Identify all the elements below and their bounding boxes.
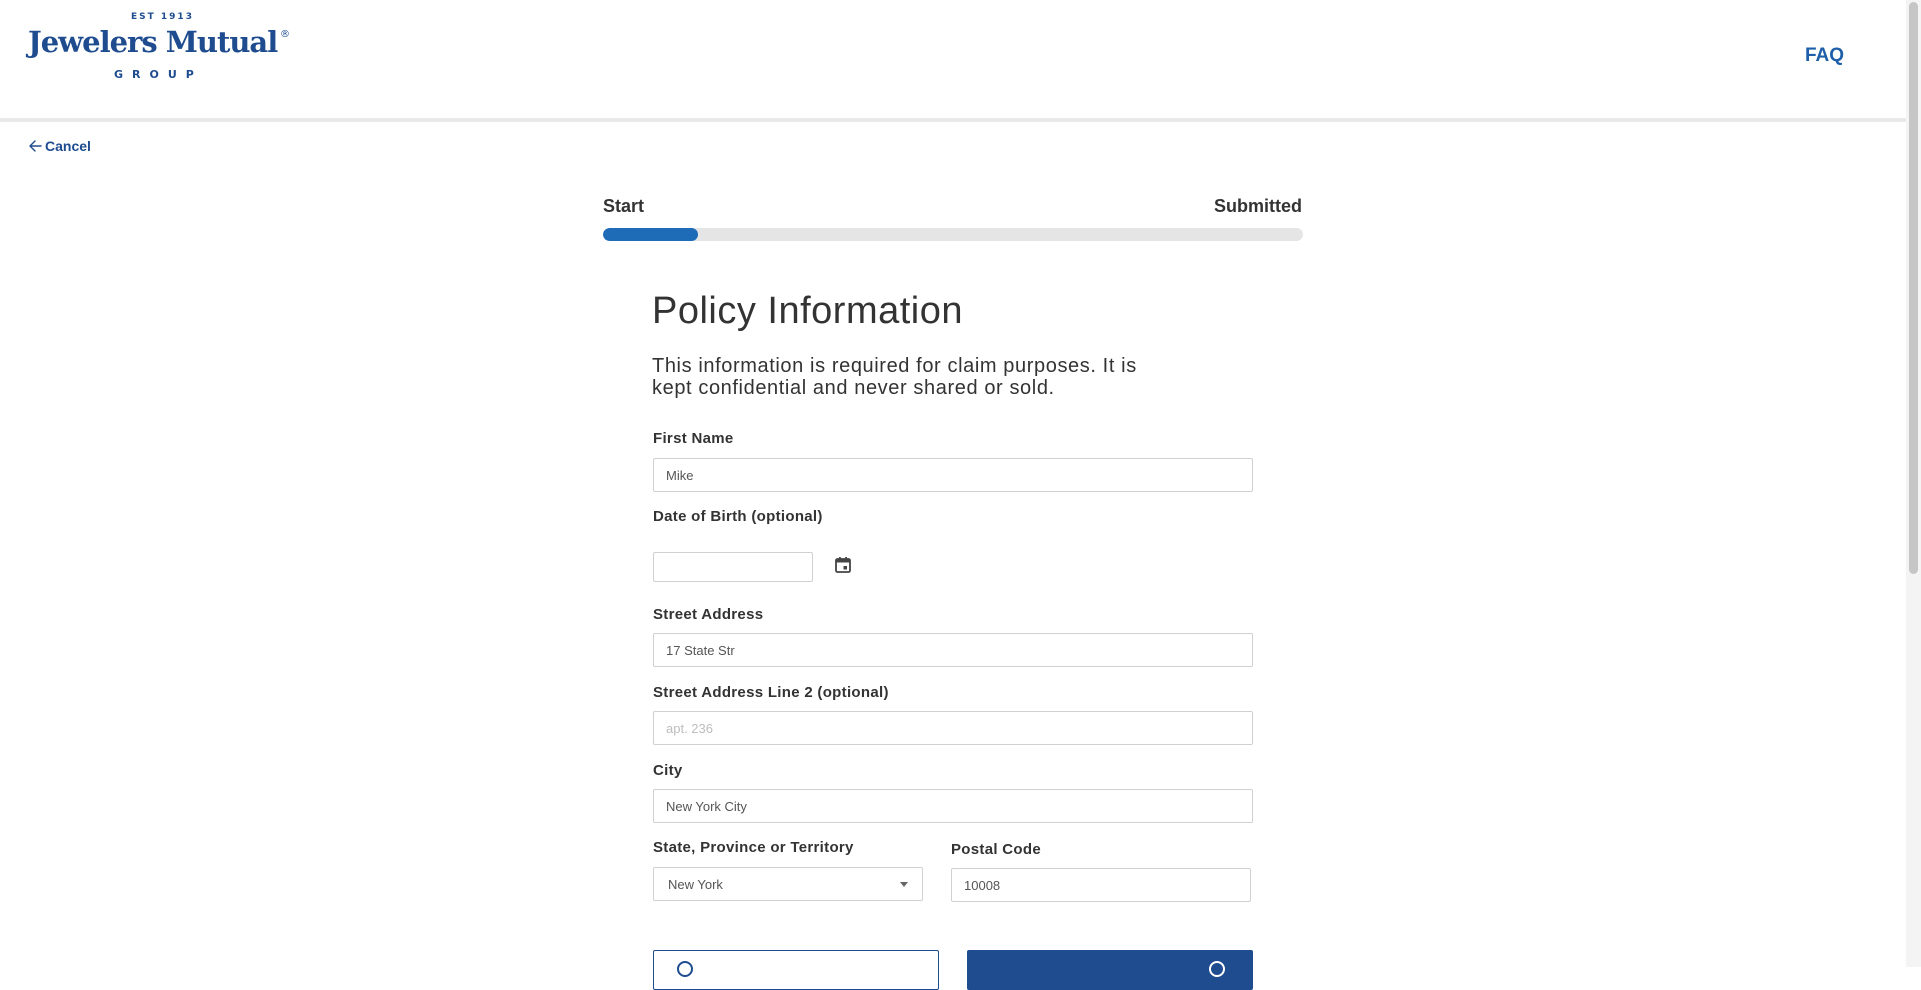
logo-name-text: Jewelers Mutual <box>28 25 278 59</box>
logo-group-text: GROUP <box>114 68 203 81</box>
city-label: City <box>653 762 683 779</box>
progress-bar-fill <box>603 228 699 241</box>
back-arrow-icon <box>677 961 693 977</box>
next-arrow-icon <box>1209 961 1225 977</box>
first-name-input[interactable] <box>653 458 1253 492</box>
site-header: EST 1913 Jewelers Mutual ® GROUP FAQ <box>0 0 1906 122</box>
progress-start-label: Start <box>603 196 645 216</box>
faq-link[interactable]: FAQ <box>1805 45 1844 67</box>
postal-code-label: Postal Code <box>951 841 1041 858</box>
progress-bar <box>603 228 1303 241</box>
cancel-link[interactable]: Cancel <box>28 138 91 154</box>
city-input[interactable] <box>653 789 1253 823</box>
cancel-label: Cancel <box>45 138 91 154</box>
street-address-label: Street Address <box>653 606 764 623</box>
state-label: State, Province or Territory <box>653 839 854 856</box>
postal-code-input[interactable] <box>951 868 1251 902</box>
street-address-input[interactable] <box>653 633 1253 667</box>
state-select[interactable]: New York <box>653 867 923 901</box>
scrollbar-thumb[interactable] <box>1909 2 1918 574</box>
first-name-label: First Name <box>653 430 734 447</box>
calendar-icon[interactable] <box>833 555 853 575</box>
next-button[interactable] <box>967 950 1253 990</box>
logo-registered-mark: ® <box>280 29 290 40</box>
page-title: Policy Information <box>652 290 964 332</box>
page-scrollbar[interactable] <box>1906 0 1921 967</box>
street-address-2-input[interactable] <box>653 711 1253 745</box>
logo-est-text: EST 1913 <box>131 12 194 22</box>
date-of-birth-input[interactable] <box>653 552 813 582</box>
form-intro-text: This information is required for claim p… <box>652 355 1137 399</box>
date-of-birth-label: Date of Birth (optional) <box>653 508 823 525</box>
back-button[interactable] <box>653 950 939 990</box>
jewelers-mutual-logo[interactable]: EST 1913 Jewelers Mutual ® GROUP <box>28 10 293 84</box>
state-select-value: New York <box>668 877 723 892</box>
street-address-2-label: Street Address Line 2 (optional) <box>653 684 889 701</box>
arrow-left-icon <box>29 140 42 152</box>
progress-end-label: Submitted <box>1214 196 1302 216</box>
chevron-down-icon <box>900 882 908 887</box>
